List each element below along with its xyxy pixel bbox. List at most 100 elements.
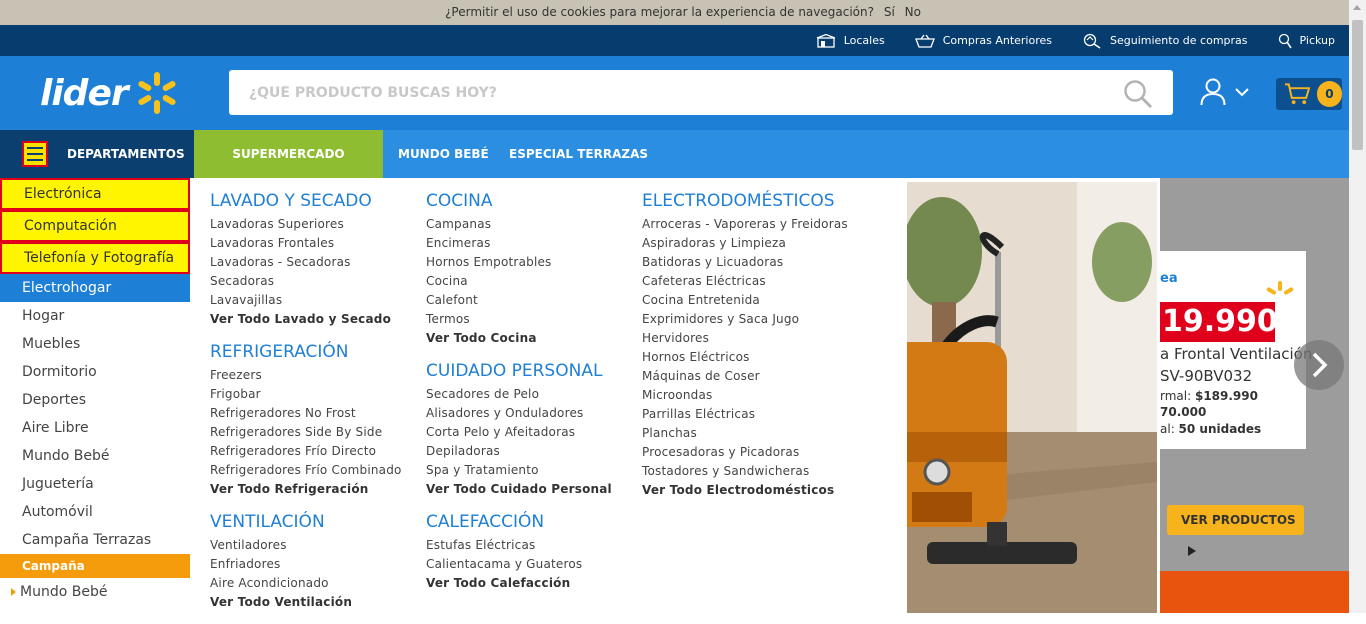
order-tracking-link[interactable]: Seguimiento de compras [1082,33,1248,49]
menu-link[interactable]: Depiladoras [426,442,612,461]
sidebar-item-computacion[interactable]: Computación [0,210,190,242]
menu-link[interactable]: Enfriadores [210,555,402,574]
see-all-link[interactable]: Ver Todo Refrigeración [210,480,402,499]
sidebar-item-aire-libre[interactable]: Aire Libre [0,414,190,442]
section-title-electrodomesticos[interactable]: ELECTRODOMÉSTICOS [642,190,848,212]
sidebar-item-campaign-mundo-bebe[interactable]: Mundo Bebé [0,578,190,606]
menu-link[interactable]: Arroceras - Vaporeras y Freidoras [642,215,848,234]
cookie-decline-link[interactable]: No [905,5,921,19]
menu-link[interactable]: Refrigeradores Side By Side [210,423,402,442]
menu-link[interactable]: Lavadoras Superiores [210,215,402,234]
menu-link[interactable]: Spa y Tratamiento [426,461,612,480]
search-input[interactable] [229,70,1089,115]
menu-link[interactable]: Procesadoras y Picadoras [642,443,848,462]
section-title-cuidado-personal[interactable]: CUIDADO PERSONAL [426,360,612,382]
sidebar-item-electrohogar[interactable]: Electrohogar [0,274,190,302]
menu-link[interactable]: Calientacama y Guateros [426,555,612,574]
menu-link[interactable]: Corta Pelo y Afeitadoras [426,423,612,442]
cookie-accept-link[interactable]: Sí [884,5,895,19]
menu-link[interactable]: Alisadores y Onduladores [426,404,612,423]
tab-especial-terrazas[interactable]: ESPECIAL TERRAZAS [509,130,648,178]
carousel-next-button[interactable] [1294,340,1344,390]
menu-link[interactable]: Tostadores y Sandwicheras [642,462,848,481]
tab-supermercado[interactable]: SUPERMERCADO [194,130,383,178]
menu-link[interactable]: Hervidores [642,329,848,348]
store-icon [816,33,835,48]
menu-link[interactable]: Lavadoras Frontales [210,234,402,253]
menu-link[interactable]: Secadores de Pelo [426,385,612,404]
basket-icon [914,34,935,48]
section-title-calefaccion[interactable]: CALEFACCIÓN [426,511,612,533]
menu-link[interactable]: Microondas [642,386,848,405]
menu-link[interactable]: Freezers [210,366,402,385]
previous-purchases-label: Compras Anteriores [942,34,1052,47]
see-all-link[interactable]: Ver Todo Electrodomésticos [642,481,848,500]
menu-link[interactable]: Lavadoras - Secadoras [210,253,402,272]
sidebar-item-campana-terrazas[interactable]: Campaña Terrazas [0,526,190,554]
menu-link[interactable]: Cafeteras Eléctricas [642,272,848,291]
menu-link[interactable]: Cocina Entretenida [642,291,848,310]
menu-link[interactable]: Ventiladores [210,536,402,555]
see-all-link[interactable]: Ver Todo Cocina [426,329,612,348]
menu-link[interactable]: Calefont [426,291,612,310]
menu-link[interactable]: Parrillas Eléctricas [642,405,848,424]
menu-link[interactable]: Frigobar [210,385,402,404]
sidebar-item-mundo-bebe[interactable]: Mundo Bebé [0,442,190,470]
sidebar-item-jugueteria[interactable]: Juguetería [0,470,190,498]
menu-link[interactable]: Planchas [642,424,848,443]
scroll-up-arrow-icon[interactable] [1353,5,1361,10]
tab-mundo-bebe[interactable]: MUNDO BEBÉ [398,130,489,178]
scrollbar-thumb[interactable] [1352,20,1363,150]
menu-link[interactable]: Campanas [426,215,612,234]
sidebar-item-muebles[interactable]: Muebles [0,330,190,358]
sidebar-item-automovil[interactable]: Automóvil [0,498,190,526]
sidebar-item-hogar[interactable]: Hogar [0,302,190,330]
previous-purchases-link[interactable]: Compras Anteriores [914,34,1052,48]
menu-link[interactable]: Lavavajillas [210,291,402,310]
stores-link[interactable]: Locales [816,33,885,48]
cart-button[interactable]: 0 [1276,78,1342,110]
banner-card: ea 19.990 a Frontal Ventilación SV-90BV0… [1160,251,1312,449]
cookie-bar: ¿Permitir el uso de cookies para mejorar… [0,0,1366,25]
menu-link[interactable]: Termos [426,310,612,329]
search-icon[interactable] [1123,79,1153,109]
sidebar-item-deportes[interactable]: Deportes [0,386,190,414]
menu-link[interactable]: Encimeras [426,234,612,253]
menu-link[interactable]: Hornos Eléctricos [642,348,848,367]
departments-label: DEPARTAMENTOS [67,147,185,161]
menu-link[interactable]: Refrigeradores No Frost [210,404,402,423]
menu-link[interactable]: Secadoras [210,272,402,291]
see-all-link[interactable]: Ver Todo Calefacción [426,574,612,593]
lider-logo[interactable]: lider [40,68,200,118]
menu-link[interactable]: Batidoras y Licuadoras [642,253,848,272]
sidebar-item-electronica[interactable]: Electrónica [0,178,190,210]
sidebar-item-telefonia[interactable]: Telefonía y Fotografía [0,242,190,274]
menu-link[interactable]: Aspiradoras y Limpieza [642,234,848,253]
page-scrollbar[interactable] [1349,0,1366,613]
vacuum-promo-image[interactable] [907,182,1157,613]
menu-column-2: COCINA Campanas Encimeras Hornos Empotra… [426,190,612,605]
product-banner: ea 19.990 a Frontal Ventilación SV-90BV0… [1160,178,1349,613]
view-products-button[interactable]: VER PRODUCTOS [1167,505,1304,556]
menu-link[interactable]: Estufas Eléctricas [426,536,612,555]
logo-text: lider [40,72,129,114]
see-all-link[interactable]: Ver Todo Cuidado Personal [426,480,612,499]
menu-section: LAVADO Y SECADO Lavadoras Superiores Lav… [210,190,402,329]
menu-link[interactable]: Refrigeradores Frío Directo [210,442,402,461]
section-title-ventilacion[interactable]: VENTILACIÓN [210,511,402,533]
section-title-cocina[interactable]: COCINA [426,190,612,212]
see-all-link[interactable]: Ver Todo Lavado y Secado [210,310,402,329]
section-title-refrigeracion[interactable]: REFRIGERACIÓN [210,341,402,363]
pickup-link[interactable]: Pickup [1278,33,1335,49]
departments-button[interactable]: DEPARTAMENTOS [0,130,194,178]
sidebar-item-dormitorio[interactable]: Dormitorio [0,358,190,386]
menu-link[interactable]: Refrigeradores Frío Combinado [210,461,402,480]
menu-link[interactable]: Máquinas de Coser [642,367,848,386]
menu-link[interactable]: Exprimidores y Saca Jugo [642,310,848,329]
menu-link[interactable]: Hornos Empotrables [426,253,612,272]
menu-link[interactable]: Aire Acondicionado [210,574,402,593]
section-title-lavado[interactable]: LAVADO Y SECADO [210,190,402,212]
see-all-link[interactable]: Ver Todo Ventilación [210,593,402,612]
account-menu[interactable] [1200,78,1250,106]
menu-link[interactable]: Cocina [426,272,612,291]
